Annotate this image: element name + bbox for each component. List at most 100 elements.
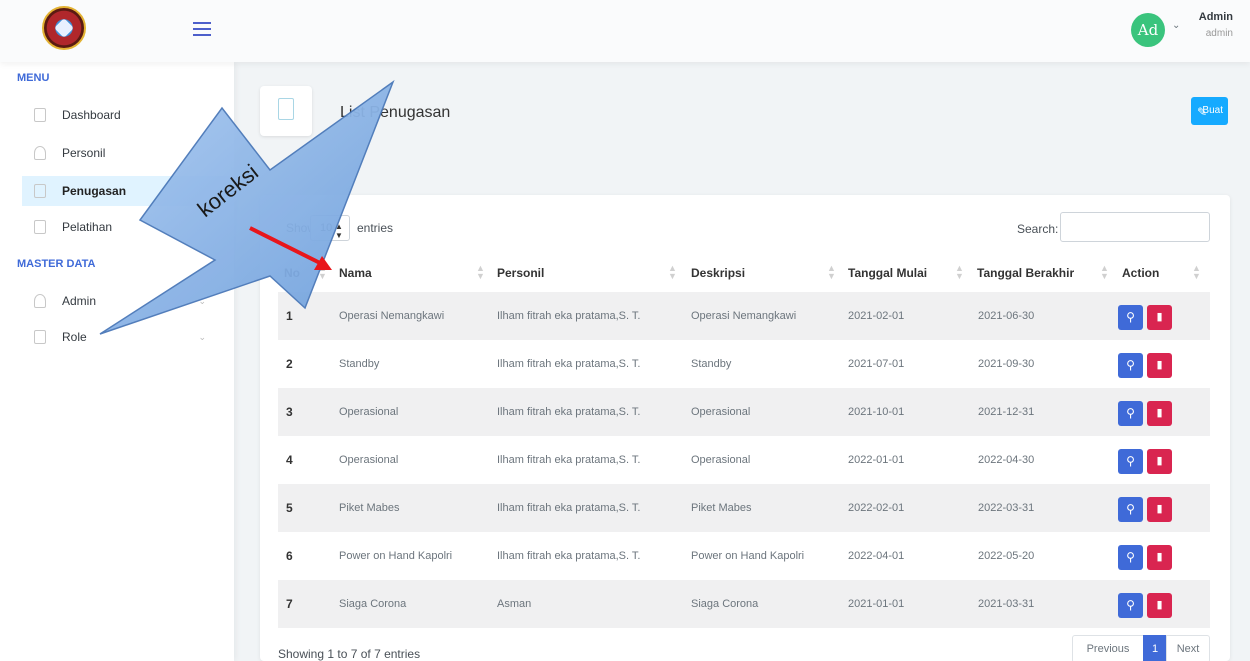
view-button[interactable]: ⚲	[1118, 593, 1143, 618]
sort-icon: ▲ ▼	[668, 263, 677, 281]
sidebar-item-dashboard[interactable]: Dashboard	[22, 100, 234, 130]
cell-tanggal-mulai: 2021-07-01	[848, 358, 905, 370]
delete-button[interactable]: ▮	[1147, 593, 1172, 618]
view-button[interactable]: ⚲	[1118, 449, 1143, 474]
cell-nama: Siaga Corona	[339, 598, 407, 610]
trash-icon: ▮	[1156, 359, 1163, 371]
create-button[interactable]: ✎ Buat	[1191, 97, 1228, 125]
cell-nama: Power on Hand Kapolri	[339, 550, 453, 562]
page-length-select[interactable]: 10	[310, 215, 350, 241]
delete-button[interactable]: ▮	[1147, 305, 1172, 330]
cell-deskripsi: Piket Mabes	[691, 502, 752, 514]
cell-no: 4	[286, 453, 293, 467]
view-button[interactable]: ⚲	[1118, 497, 1143, 522]
clipboard-icon	[34, 184, 46, 198]
pencil-icon: ✎	[1197, 105, 1208, 119]
search-icon: ⚲	[1126, 358, 1135, 372]
search-icon: ⚲	[1126, 310, 1135, 324]
cell-no: 6	[286, 549, 293, 563]
clipboard-icon	[34, 220, 46, 234]
logo[interactable]	[42, 6, 86, 50]
delete-button[interactable]: ▮	[1147, 353, 1172, 378]
pagination-previous[interactable]: Previous	[1072, 635, 1144, 661]
hamburger-icon[interactable]	[193, 22, 211, 36]
cell-no: 2	[286, 357, 293, 371]
column-header-no[interactable]: No	[284, 255, 300, 291]
cell-nama: Operasional	[339, 454, 399, 466]
sort-icon: ▲ ▼	[1192, 263, 1201, 281]
sidebar-item-penugasan[interactable]: Penugasan	[22, 176, 234, 206]
delete-button[interactable]: ▮	[1147, 449, 1172, 474]
view-button[interactable]: ⚲	[1118, 353, 1143, 378]
sidebar-item-label: Personil	[62, 146, 106, 160]
pagination-next[interactable]: Next	[1166, 635, 1210, 661]
sidebar-item-pelatihan[interactable]: Pelatihan	[22, 212, 234, 242]
column-header-nama[interactable]: Nama	[339, 255, 372, 291]
cell-personil: Ilham fitrah eka pratama,S. T.	[497, 406, 641, 418]
sort-icon: ▲ ▼	[476, 263, 485, 281]
table-row: 7 Siaga Corona Asman Siaga Corona 2021-0…	[278, 580, 1210, 628]
users-icon	[34, 294, 46, 308]
sidebar: MENU Dashboard Personil Penugasan Pelati…	[0, 62, 234, 661]
page-title-icon-box	[260, 86, 312, 136]
cell-personil: Ilham fitrah eka pratama,S. T.	[497, 502, 641, 514]
cell-tanggal-berakhir: 2022-04-30	[978, 454, 1035, 466]
trash-icon: ▮	[1156, 407, 1163, 419]
column-header-tanggal-mulai[interactable]: Tanggal Mulai	[848, 255, 927, 291]
sidebar-item-label: Admin	[62, 294, 97, 308]
chevron-down-icon[interactable]: ⌄	[1172, 20, 1180, 31]
search-icon: ⚲	[1126, 502, 1135, 516]
sidebar-item-personil[interactable]: Personil	[22, 138, 234, 168]
sidebar-item-role[interactable]: Role ⌄	[22, 322, 234, 352]
cell-tanggal-berakhir: 2022-05-20	[978, 550, 1035, 562]
table-row: 6 Power on Hand Kapolri Ilham fitrah eka…	[278, 532, 1210, 580]
cell-deskripsi: Operasional	[691, 454, 751, 466]
trash-icon: ▮	[1156, 455, 1163, 467]
dashboard-icon	[34, 108, 46, 122]
view-button[interactable]: ⚲	[1118, 401, 1143, 426]
delete-button[interactable]: ▮	[1147, 401, 1172, 426]
trash-icon: ▮	[1156, 599, 1163, 611]
trash-icon: ▮	[1156, 311, 1163, 323]
cell-tanggal-berakhir: 2021-09-30	[978, 358, 1035, 370]
cell-tanggal-berakhir: 2021-03-31	[978, 598, 1035, 610]
sidebar-item-label: Role	[62, 330, 87, 344]
cell-tanggal-mulai: 2021-02-01	[848, 310, 905, 322]
avatar[interactable]: Ad	[1131, 13, 1165, 47]
top-header: Ad ⌄ Admin admin	[0, 0, 1250, 62]
column-header-deskripsi[interactable]: Deskripsi	[691, 255, 745, 291]
cell-deskripsi: Power on Hand Kapolri	[691, 550, 805, 562]
search-input[interactable]	[1060, 212, 1210, 242]
search-icon: ⚲	[1126, 550, 1135, 564]
search-label: Search:	[1017, 222, 1059, 236]
cell-tanggal-mulai: 2022-01-01	[848, 454, 905, 466]
cell-nama: Operasional	[339, 406, 399, 418]
id-card-icon	[34, 330, 46, 344]
column-header-personil[interactable]: Personil	[497, 255, 544, 291]
table-row: 2 Standby Ilham fitrah eka pratama,S. T.…	[278, 340, 1210, 388]
clipboard-icon	[278, 98, 294, 120]
sidebar-item-admin[interactable]: Admin ⌄	[22, 286, 234, 316]
sidebar-heading-menu: MENU	[17, 72, 50, 84]
cell-deskripsi: Operasi Nemangkawi	[691, 310, 797, 322]
delete-button[interactable]: ▮	[1147, 545, 1172, 570]
view-button[interactable]: ⚲	[1118, 545, 1143, 570]
chevron-down-icon: ⌄	[198, 296, 206, 306]
users-icon	[34, 146, 46, 160]
table-row: 5 Piket Mabes Ilham fitrah eka pratama,S…	[278, 484, 1210, 532]
cell-deskripsi: Siaga Corona	[691, 598, 759, 610]
cell-personil: Ilham fitrah eka pratama,S. T.	[497, 550, 641, 562]
sort-icon: ▲ ▼	[955, 263, 964, 281]
table-info: Showing 1 to 7 of 7 entries	[278, 647, 421, 661]
sidebar-item-label: Dashboard	[62, 108, 121, 122]
cell-tanggal-berakhir: 2021-06-30	[978, 310, 1035, 322]
entries-label: entries	[357, 221, 394, 235]
view-button[interactable]: ⚲	[1118, 305, 1143, 330]
column-header-tanggal-berakhir[interactable]: Tanggal Berakhir	[977, 255, 1074, 291]
sort-icon: ▲ ▼	[318, 263, 327, 281]
cell-tanggal-mulai: 2021-01-01	[848, 598, 905, 610]
trash-icon: ▮	[1156, 503, 1163, 515]
delete-button[interactable]: ▮	[1147, 497, 1172, 522]
table-row: 3 Operasional Ilham fitrah eka pratama,S…	[278, 388, 1210, 436]
pagination-page-1[interactable]: 1	[1143, 635, 1167, 661]
